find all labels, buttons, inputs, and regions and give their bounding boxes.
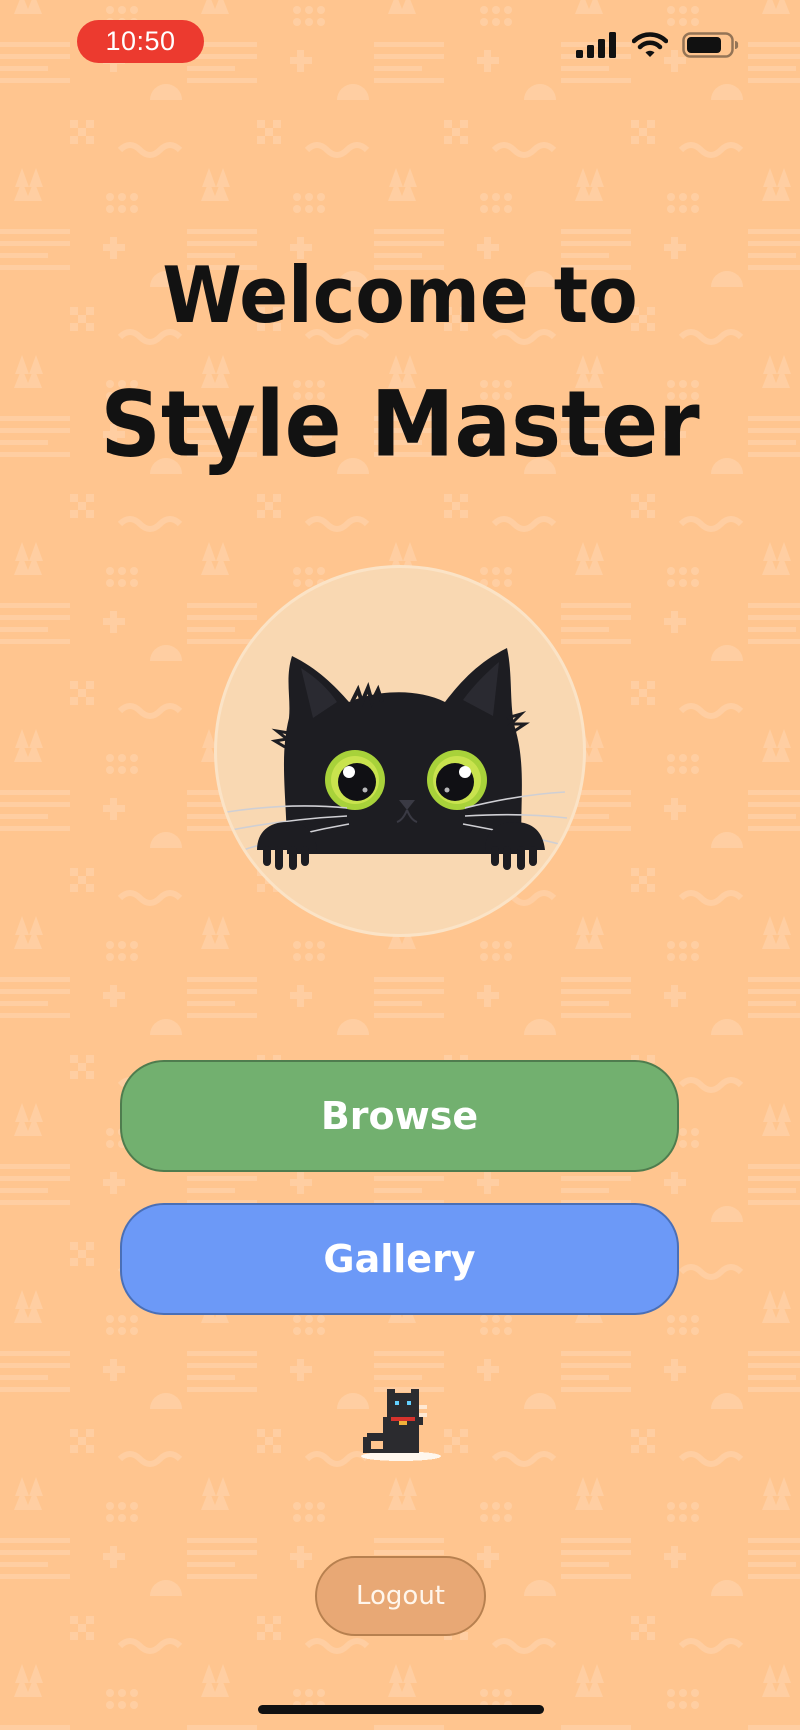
cellular-signal-icon xyxy=(576,32,616,58)
avatar xyxy=(214,565,586,937)
status-time: 10:50 xyxy=(77,20,204,63)
logout-button[interactable]: Logout xyxy=(315,1556,486,1636)
black-cat-peeking-icon xyxy=(226,648,568,870)
wifi-icon xyxy=(632,32,668,57)
battery-icon xyxy=(682,32,739,58)
home-indicator[interactable] xyxy=(258,1705,544,1714)
welcome-title-line1: Welcome to xyxy=(162,249,638,341)
pixel-cat-icon xyxy=(361,1389,441,1461)
status-icons xyxy=(576,30,740,60)
browse-button[interactable]: Browse xyxy=(120,1060,679,1172)
gallery-button[interactable]: Gallery xyxy=(120,1203,679,1315)
status-bar: 10:50 xyxy=(0,0,800,90)
welcome-title-line2: Style Master xyxy=(100,371,700,477)
